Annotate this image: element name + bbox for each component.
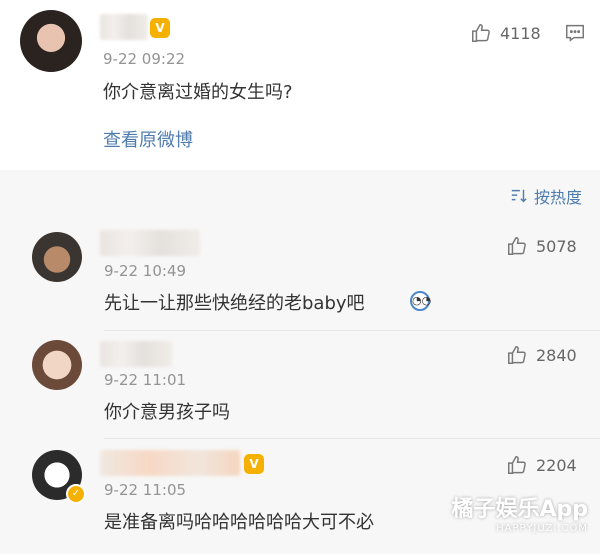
thumbs-up-icon — [508, 456, 526, 474]
post-time: 9-22 09:22 — [103, 50, 186, 68]
commenter-avatar[interactable] — [32, 232, 82, 282]
commenter-name-blurred[interactable] — [100, 230, 200, 256]
comment-time: 9-22 11:05 — [104, 481, 187, 499]
thumbs-up-icon — [508, 346, 526, 364]
thumbs-up-icon — [508, 237, 526, 255]
comment-like-button[interactable]: 5078 — [506, 234, 577, 258]
watermark-title: 橘子娱乐App — [451, 497, 588, 522]
commenter-name-blurred[interactable] — [100, 450, 240, 476]
original-post: V 9-22 09:22 你介意离过婚的女生吗? 查看原微博 4118 — [0, 0, 600, 170]
vip-badge-icon: V — [150, 18, 170, 38]
comment-time: 9-22 10:49 — [104, 262, 187, 280]
commenter-avatar[interactable] — [32, 340, 82, 390]
comment-like-count: 5078 — [536, 236, 577, 256]
comment-divider — [104, 438, 600, 439]
comment-icon[interactable] — [564, 22, 586, 44]
comment-like-button[interactable]: 2204 — [506, 453, 577, 477]
comment-divider — [104, 330, 600, 331]
comment-text: 是准备离吗哈哈哈哈哈哈大可不必 — [104, 512, 374, 533]
post-author-name-blurred[interactable] — [100, 14, 148, 40]
verified-badge-icon: ✓ — [66, 484, 86, 504]
view-original-link[interactable]: 查看原微博 — [103, 126, 193, 152]
comment-like-count: 2840 — [536, 345, 577, 365]
comment-like-count: 2204 — [536, 455, 577, 475]
commenter-name-blurred[interactable] — [100, 341, 172, 367]
sort-icon — [511, 189, 527, 203]
post-like-button[interactable]: 4118 — [470, 21, 541, 45]
comment-text: 你介意男孩子吗 — [104, 402, 230, 423]
thumbs-up-icon — [472, 24, 490, 42]
comment-like-button[interactable]: 2840 — [506, 343, 577, 367]
sad-face-emoji-icon: ◔◔ — [410, 291, 431, 311]
watermark-subtitle: HAPPYJUZI.COM — [496, 523, 588, 534]
post-like-count: 4118 — [500, 23, 541, 43]
vip-badge-icon: V — [244, 454, 264, 474]
comment-text: 先让一让那些快绝经的老baby吧 — [104, 293, 365, 314]
sort-by-hot-button[interactable]: 按热度 — [510, 184, 582, 208]
comment-time: 9-22 11:01 — [104, 371, 187, 389]
post-text: 你介意离过婚的女生吗? — [103, 82, 293, 103]
watermark-logo: 橘子娱乐App HAPPYJUZI.COM — [451, 491, 588, 534]
sort-label: 按热度 — [533, 188, 582, 207]
post-author-avatar[interactable] — [20, 10, 82, 72]
